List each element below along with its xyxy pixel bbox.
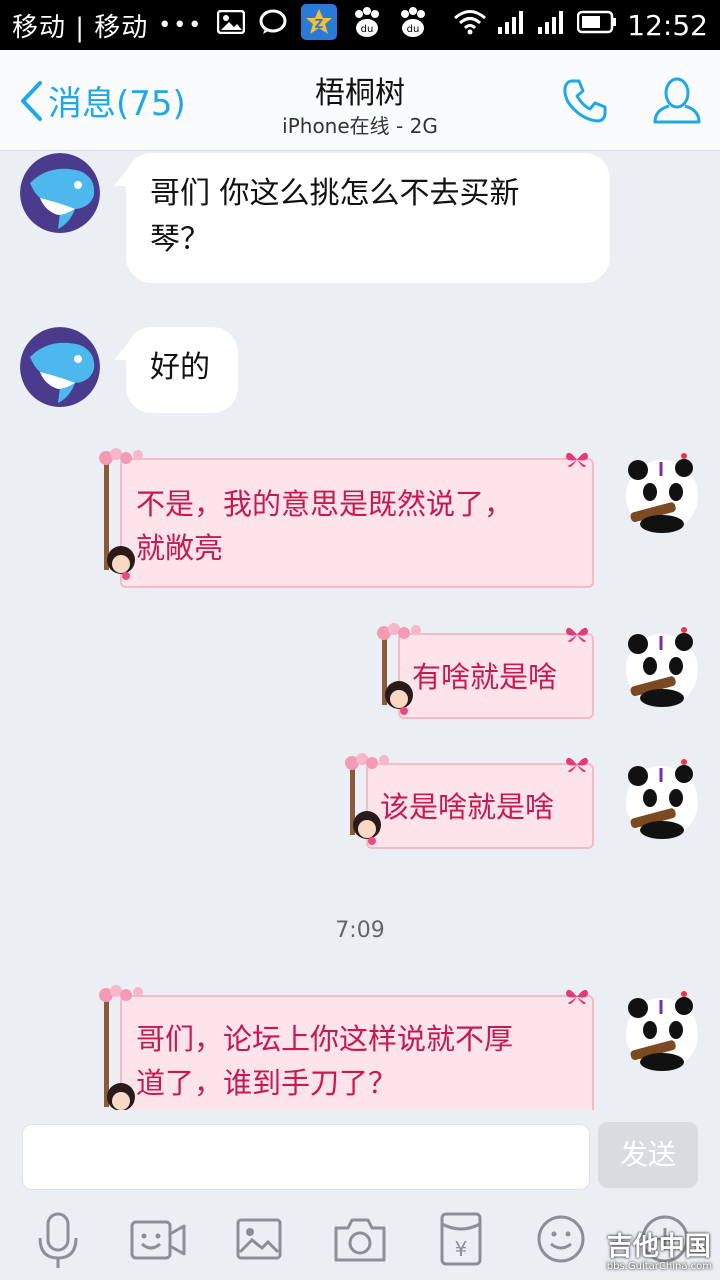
call-button[interactable] [560, 76, 610, 130]
message-text: 该是啥就是啥 [380, 790, 555, 824]
butterfly-icon [566, 452, 588, 468]
camera-icon [334, 1218, 386, 1262]
person-icon [653, 77, 701, 124]
voice-button[interactable] [36, 1212, 80, 1274]
message-timestamp: 7:09 [335, 918, 385, 943]
more-dots: ••• [158, 12, 204, 38]
baidu-notification-icon-2: du [397, 6, 429, 45]
panda-avatar[interactable] [620, 758, 704, 842]
message-text-line: 就敞亮 [136, 531, 224, 565]
contact-name: 梧桐树 [315, 76, 405, 111]
battery-icon [577, 10, 617, 41]
chat-notification-icon [259, 9, 287, 42]
message-text-line: 哥们，论坛上你这样说就不厚 [136, 1022, 514, 1056]
watermark-title: 吉他中国 [606, 1232, 711, 1262]
incoming-message-bubble[interactable]: 哥们 你这么挑怎么不去买新 琴？ [126, 153, 610, 283]
chat-header: 消息(75) 梧桐树 iPhone在线 - 2G [0, 50, 720, 151]
zhidao-notification-icon: Z [301, 3, 338, 47]
panda-avatar[interactable] [620, 626, 704, 710]
clock: 12:52 [627, 8, 708, 42]
contact-avatar[interactable] [20, 153, 100, 233]
panda-avatar[interactable] [620, 452, 704, 536]
message-input[interactable] [22, 1124, 590, 1190]
video-icon [130, 1220, 186, 1260]
outgoing-message-bubble[interactable]: 不是，我的意思是既然说了， 就敞亮 [99, 448, 594, 588]
svg-text:Z: Z [315, 17, 324, 31]
butterfly-icon [566, 989, 588, 1005]
dolphin-avatar-icon [20, 153, 100, 233]
signal-icon-2 [537, 9, 567, 42]
message-text: 好的 [150, 350, 210, 385]
video-call-button[interactable] [130, 1218, 186, 1266]
red-packet-icon: ¥ [440, 1212, 482, 1266]
dolphin-avatar-icon [20, 327, 100, 407]
message-text-line: 哥们 你这么挑怎么不去买新 [150, 176, 520, 211]
outgoing-message-bubble[interactable]: 有啥就是啥 [377, 623, 594, 719]
send-button[interactable]: 发送 [598, 1122, 698, 1188]
svg-text:¥: ¥ [455, 1237, 468, 1261]
contact-avatar[interactable] [20, 327, 100, 407]
message-text-line: 不是，我的意思是既然说了， [136, 487, 514, 521]
svg-text:du: du [407, 24, 420, 35]
composer: 发送 [0, 1110, 720, 1202]
svg-text:du: du [361, 24, 374, 35]
butterfly-icon [566, 627, 588, 643]
emoji-button[interactable] [536, 1214, 586, 1268]
carrier-label: 移动 | 移动 [12, 12, 149, 43]
red-packet-button[interactable]: ¥ [440, 1212, 482, 1270]
emoji-icon [537, 1215, 585, 1263]
image-button[interactable] [236, 1218, 282, 1264]
status-bar: 移动 | 移动 ••• Z du du 12:52 [0, 0, 720, 50]
message-text-line: 道了，谁到手刀了？ [136, 1066, 398, 1100]
signal-icon [497, 9, 527, 42]
panda-avatar[interactable] [620, 990, 704, 1074]
wifi-icon [453, 9, 487, 42]
site-watermark: 吉他中国 bbs.GuitarChina.com [607, 1226, 712, 1272]
contact-status: iPhone在线 - 2G [282, 114, 438, 138]
outgoing-message-bubble[interactable]: 该是啥就是啥 [345, 753, 594, 849]
profile-button[interactable] [652, 76, 702, 132]
camera-button[interactable] [334, 1216, 386, 1266]
gallery-notification-icon [216, 9, 246, 41]
watermark-url: bbs.GuitarChina.com [606, 1261, 712, 1272]
image-icon [236, 1218, 282, 1260]
butterfly-icon [566, 757, 588, 773]
incoming-message-bubble[interactable]: 好的 [126, 327, 238, 413]
message-text: 有啥就是啥 [412, 660, 558, 694]
message-text-line: 琴？ [150, 222, 210, 257]
mic-icon [38, 1212, 78, 1268]
baidu-notification-icon: du [351, 6, 383, 45]
phone-icon [563, 79, 607, 123]
outgoing-message-bubble[interactable]: 哥们，论坛上你这样说就不厚 道了，谁到手刀了？ [99, 985, 594, 1111]
